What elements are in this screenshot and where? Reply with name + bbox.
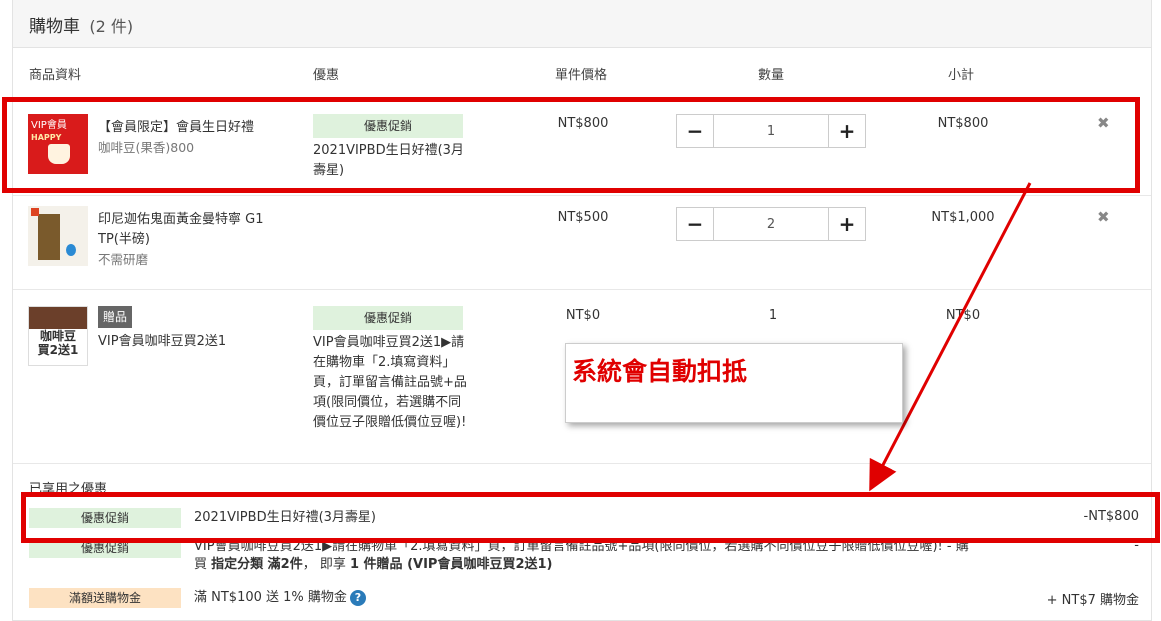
annotation-callout: 系統會自動扣抵	[565, 343, 903, 423]
callout-text: 系統會自動扣抵	[572, 357, 748, 386]
annotation-arrow	[869, 182, 1032, 492]
